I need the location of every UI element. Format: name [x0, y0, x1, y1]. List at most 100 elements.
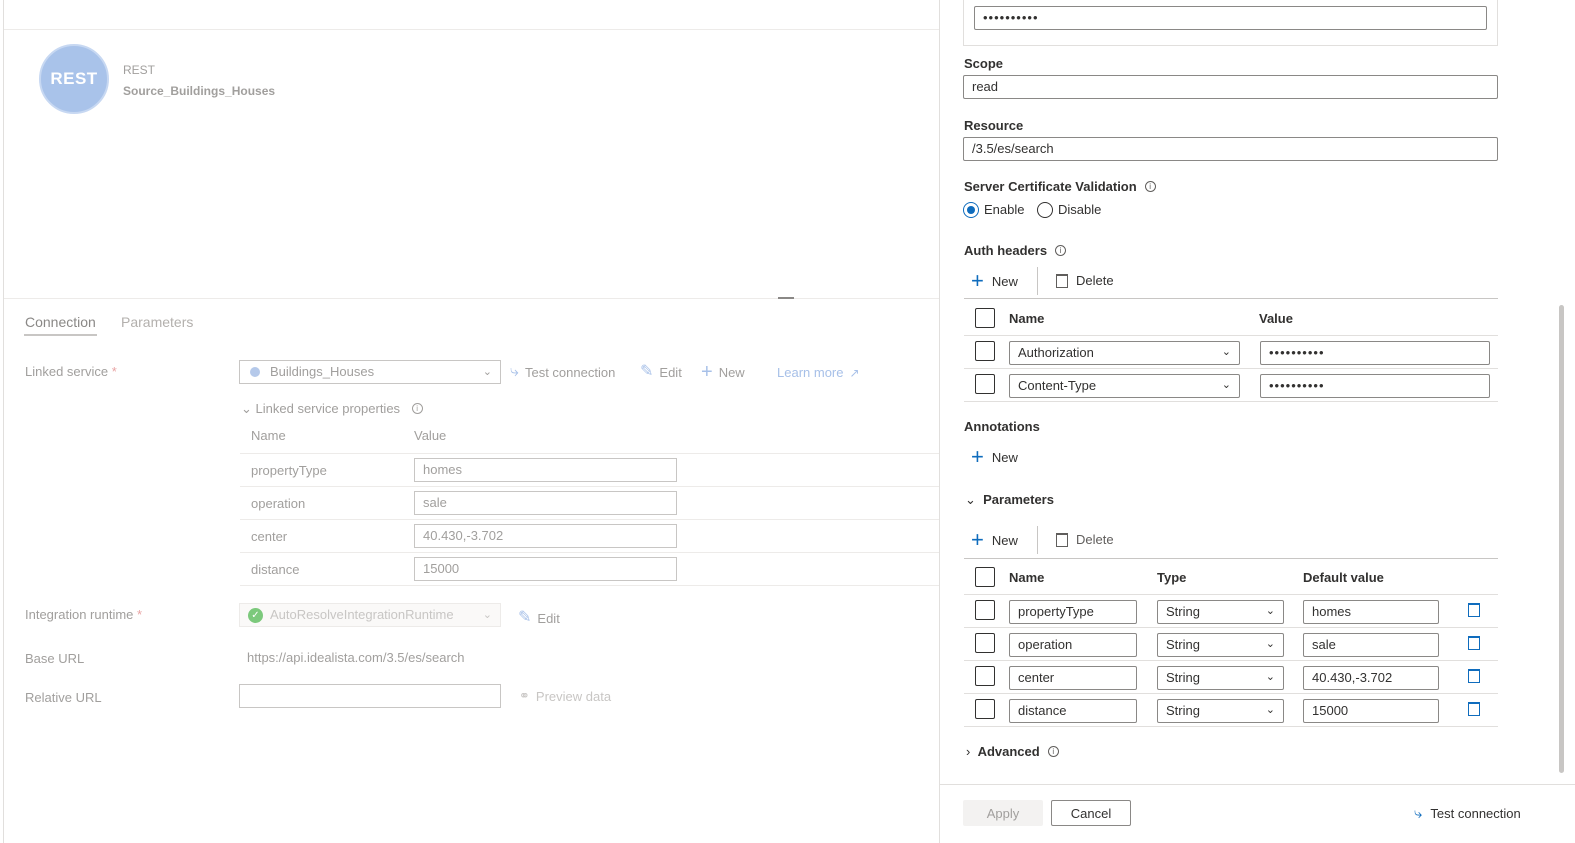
trash-icon	[1468, 702, 1480, 716]
auth-headers-label: Auth headers i	[964, 243, 1067, 258]
relative-url-input[interactable]	[239, 684, 501, 708]
param-name-input[interactable]: center	[1009, 666, 1137, 690]
prop-name: center	[251, 529, 288, 544]
rest-logo: REST	[39, 44, 109, 114]
chevron-down-icon: ⌄	[1265, 704, 1275, 716]
param-type-select[interactable]: String ⌄	[1157, 666, 1284, 690]
preview-data-button: ⚭ Preview data	[519, 688, 612, 704]
linked-service-properties-toggle[interactable]: ⌄ Linked service properties i	[241, 401, 423, 417]
delete-row-button[interactable]	[1468, 669, 1480, 686]
toolbar-separator	[1037, 267, 1038, 295]
prop-name: operation	[251, 496, 306, 511]
row-divider	[964, 335, 1498, 336]
trash-icon	[1468, 603, 1480, 617]
auth-header-value-input[interactable]: ••••••••••	[1260, 374, 1490, 398]
disable-radio[interactable]	[1037, 202, 1053, 218]
scrollbar-thumb[interactable]	[1559, 305, 1564, 773]
chevron-down-icon: ⌄	[1221, 346, 1231, 358]
disable-radio-label[interactable]: Disable	[1058, 202, 1101, 217]
info-icon: i	[411, 403, 423, 414]
advanced-toggle[interactable]: › Advanced i	[966, 744, 1059, 759]
param-type-select[interactable]: String ⌄	[1157, 699, 1284, 723]
delete-row-button[interactable]	[1468, 603, 1480, 620]
base-url-value: https://api.idealista.com/3.5/es/search	[247, 650, 465, 665]
param-default-input[interactable]: 15000	[1303, 699, 1439, 723]
param-name-input[interactable]: distance	[1009, 699, 1137, 723]
pencil-icon: ✎	[518, 609, 532, 626]
dataset-editor: REST REST Source_Buildings_Houses Connec…	[0, 0, 943, 843]
prop-value-input: 15000	[414, 557, 677, 581]
auth-header-value-input[interactable]: ••••••••••	[1260, 341, 1490, 365]
top-toolbar	[4, 0, 943, 30]
props-header-name: Name	[251, 428, 286, 443]
tab-connection[interactable]: Connection	[25, 314, 96, 330]
new-linked-service-button[interactable]: + New	[701, 361, 745, 383]
param-default-input[interactable]: sale	[1303, 633, 1439, 657]
row-checkbox[interactable]	[975, 341, 995, 361]
delete-auth-header-button[interactable]: Delete	[1056, 273, 1114, 288]
enable-radio-label[interactable]: Enable	[984, 202, 1024, 217]
plus-icon: +	[971, 527, 984, 552]
row-divider	[964, 660, 1498, 661]
param-name-input[interactable]: operation	[1009, 633, 1137, 657]
test-connection-button[interactable]: ⤷ Test connection	[1414, 805, 1521, 822]
new-annotation-button[interactable]: + New	[971, 446, 1018, 468]
param-name-input[interactable]: propertyType	[1009, 600, 1137, 624]
row-checkbox[interactable]	[975, 600, 995, 620]
toolbar-separator	[1037, 526, 1038, 554]
row-divider	[240, 486, 943, 487]
row-checkbox[interactable]	[975, 699, 995, 719]
enable-radio[interactable]	[963, 202, 979, 218]
delete-row-button[interactable]	[1468, 636, 1480, 653]
edit-linked-service-button[interactable]: ✎ Edit	[640, 364, 682, 380]
prop-value-input: sale	[414, 491, 677, 515]
pane-divider	[4, 298, 943, 299]
footer-divider	[940, 784, 1575, 785]
row-divider	[964, 368, 1498, 369]
row-checkbox[interactable]	[975, 374, 995, 394]
annotations-label: Annotations	[964, 419, 1040, 434]
row-checkbox[interactable]	[975, 666, 995, 686]
plug-icon: ⤷	[510, 363, 519, 380]
param-default-input[interactable]: homes	[1303, 600, 1439, 624]
delete-row-button[interactable]	[1468, 702, 1480, 719]
test-connection-button[interactable]: ⤷ Test connection	[510, 364, 615, 380]
dataset-name: Source_Buildings_Houses	[123, 84, 276, 98]
linked-service-select[interactable]: Buildings_Houses ⌄	[239, 360, 501, 384]
client-secret-input[interactable]: ••••••••••	[974, 6, 1487, 30]
apply-button[interactable]: Apply	[963, 800, 1043, 826]
edit-runtime-button[interactable]: ✎ Edit	[518, 610, 560, 626]
new-parameter-button[interactable]: + New	[971, 527, 1018, 552]
trash-icon	[1468, 669, 1480, 683]
trash-icon	[1056, 532, 1068, 547]
external-link-icon: ↗	[849, 365, 860, 380]
dataset-type: REST	[123, 63, 156, 77]
param-type-select[interactable]: String ⌄	[1157, 633, 1284, 657]
plus-icon: +	[701, 361, 713, 383]
auth-header-name-select[interactable]: Content-Type ⌄	[1009, 374, 1240, 398]
select-all-checkbox[interactable]	[975, 567, 995, 587]
integration-runtime-value: AutoResolveIntegrationRuntime	[270, 607, 454, 622]
delete-parameter-button: Delete	[1056, 532, 1114, 547]
info-icon: i	[1047, 746, 1059, 757]
param-type-select[interactable]: String ⌄	[1157, 600, 1284, 624]
plug-icon: ⤷	[1414, 805, 1423, 822]
param-default-input[interactable]: 40.430,-3.702	[1303, 666, 1439, 690]
auth-header-name-select[interactable]: Authorization ⌄	[1009, 341, 1240, 365]
learn-more-link[interactable]: Learn more ↗	[777, 365, 860, 380]
cancel-button[interactable]: Cancel	[1051, 800, 1131, 826]
row-checkbox[interactable]	[975, 633, 995, 653]
linked-service-label: Linked service *	[25, 364, 117, 379]
row-divider	[240, 453, 943, 454]
prop-name: distance	[251, 562, 300, 577]
select-all-checkbox[interactable]	[975, 308, 995, 328]
new-auth-header-button[interactable]: + New	[971, 270, 1018, 292]
splitter-handle[interactable]	[778, 297, 794, 299]
chevron-down-icon: ⌄	[1265, 638, 1275, 650]
scope-input[interactable]: read	[963, 75, 1498, 99]
param-col-default: Default value	[1303, 570, 1384, 585]
resource-input[interactable]: /3.5/es/search	[963, 137, 1498, 161]
parameters-toggle[interactable]: ⌄ Parameters	[965, 492, 1054, 508]
row-divider	[240, 519, 943, 520]
tab-parameters[interactable]: Parameters	[121, 314, 193, 330]
